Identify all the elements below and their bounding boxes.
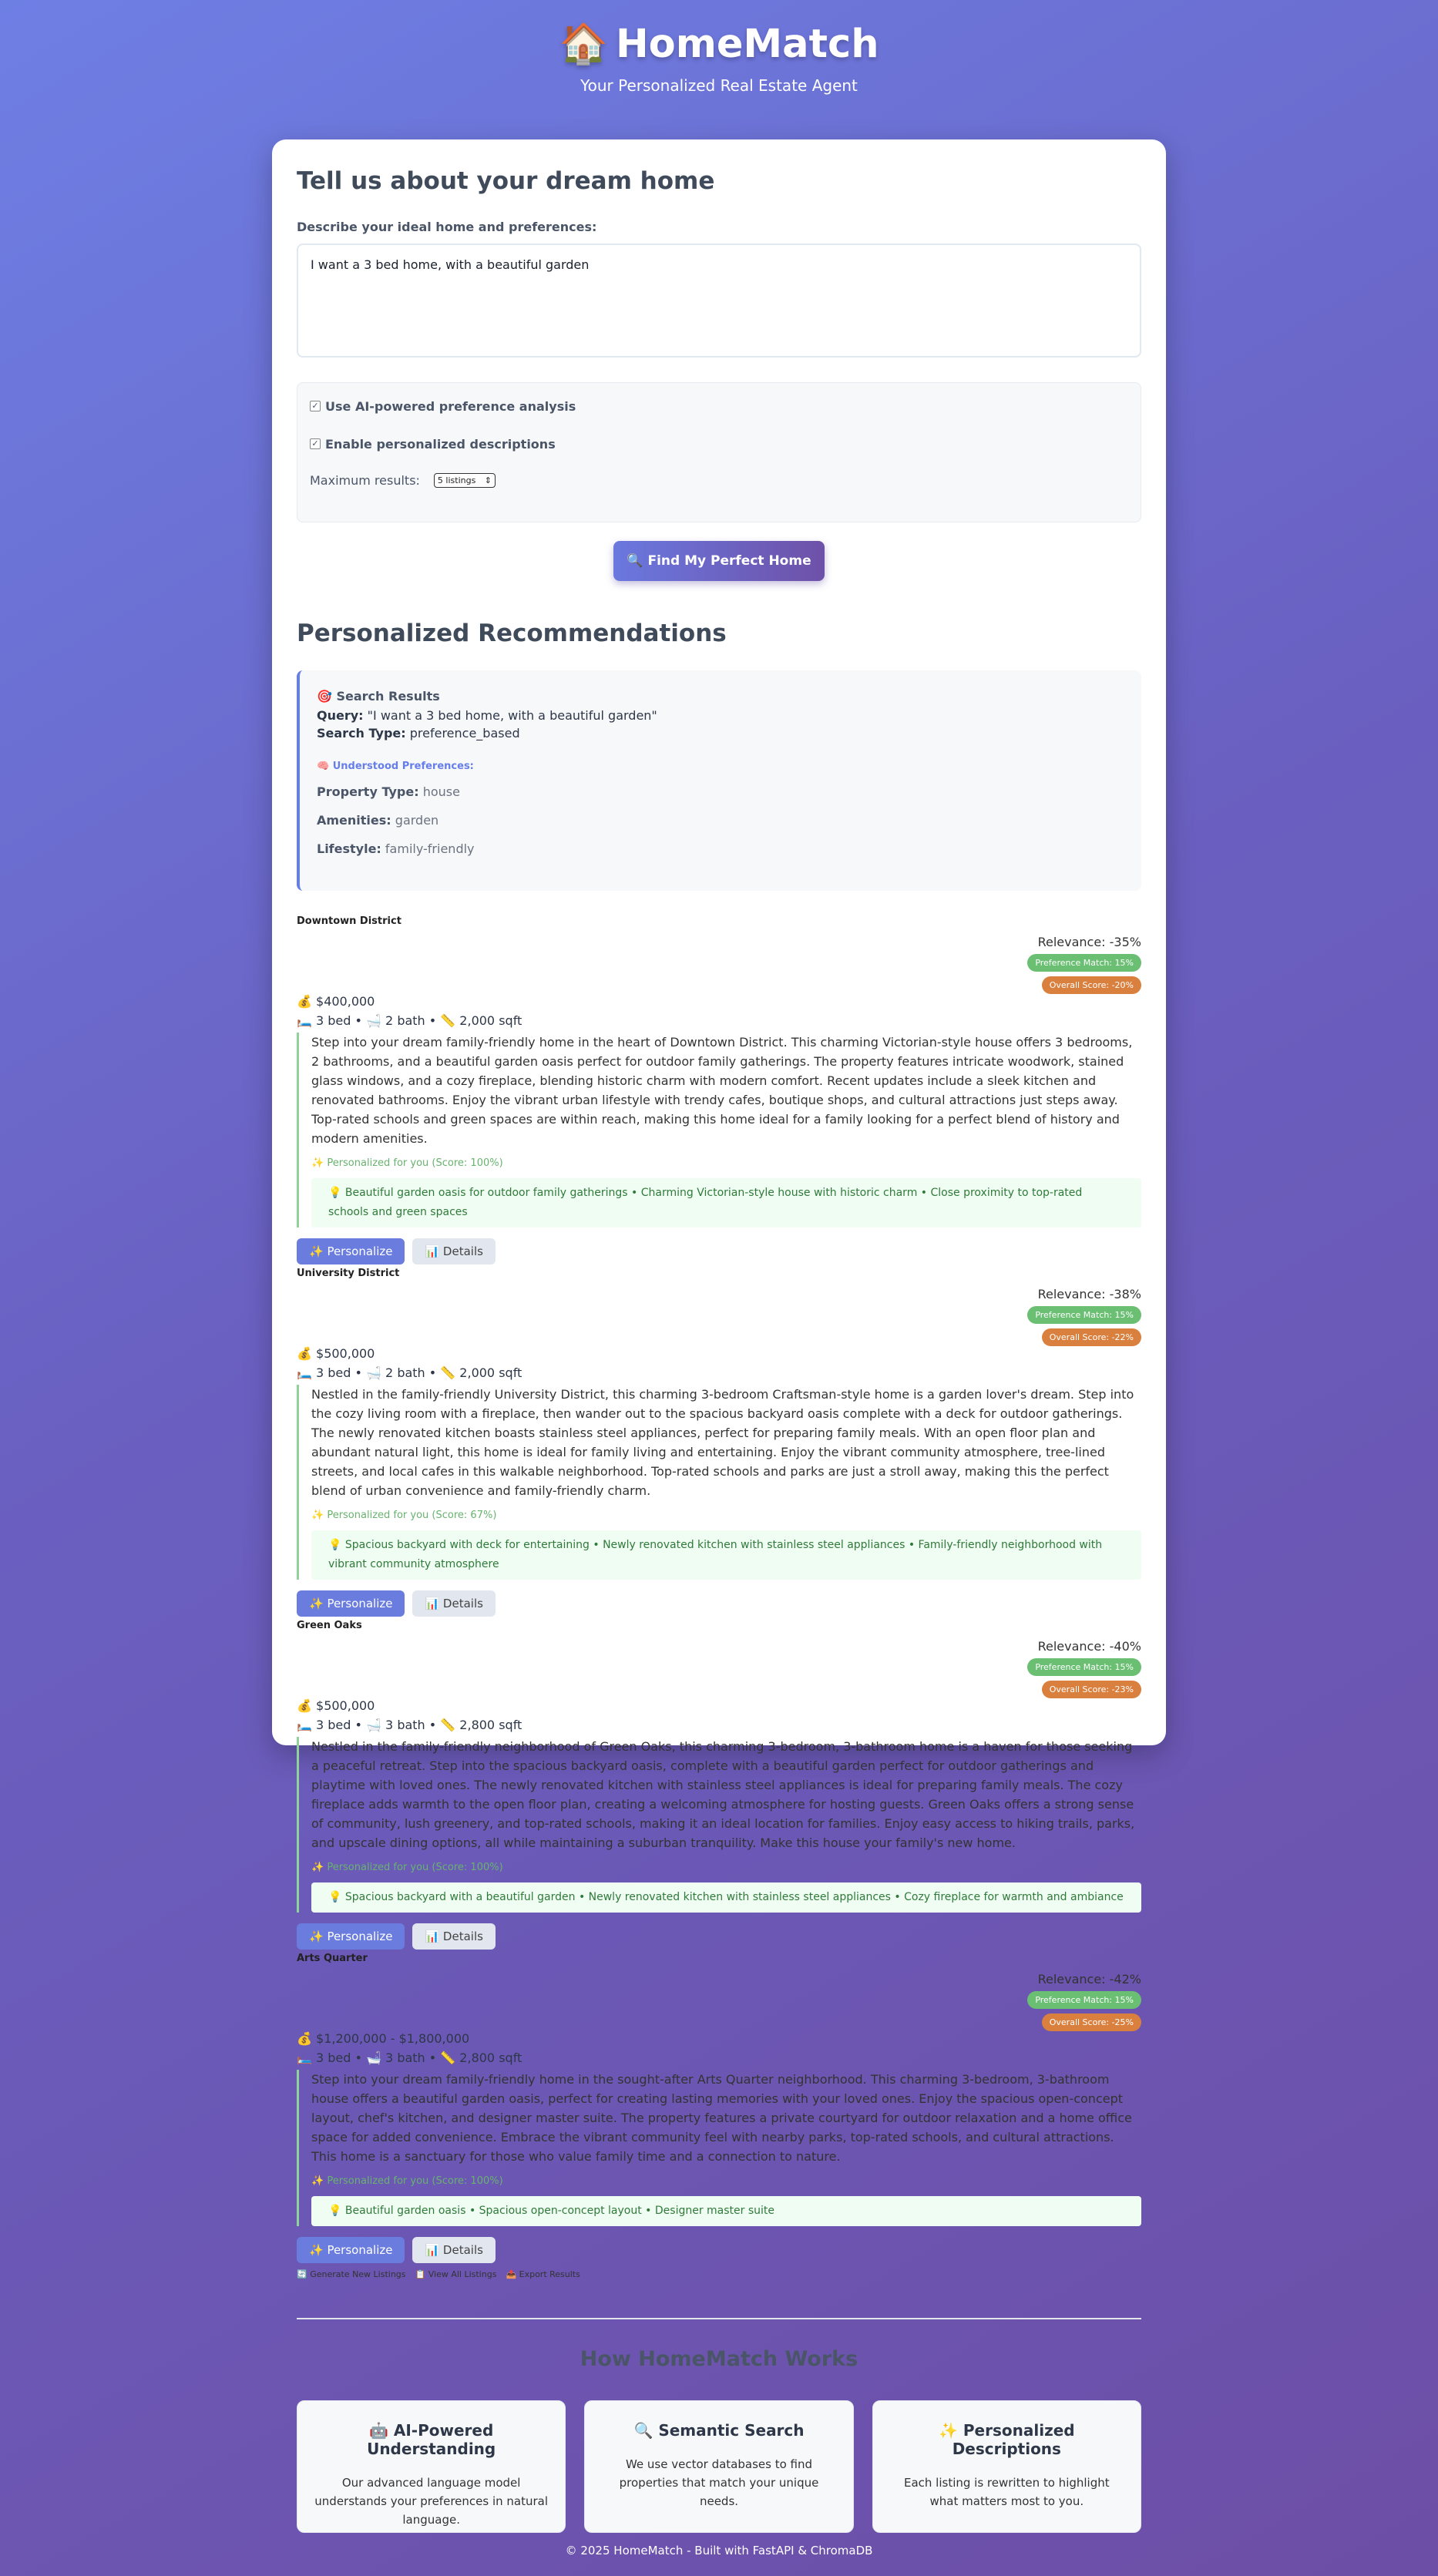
recommendations-heading: Personalized Recommendations (297, 620, 727, 647)
app-name: HomeMatch (615, 22, 879, 67)
divider (297, 2318, 1141, 2319)
feature-list: 🤖 AI-Powered Understanding Our advanced … (297, 2400, 1141, 2533)
search-results-summary: 🎯 Search Results Query: "I want a 3 bed … (297, 670, 1141, 891)
find-home-button[interactable]: 🔍 Find My Perfect Home (613, 541, 825, 581)
overall-score-badge: Overall Score: -20% (1041, 976, 1141, 994)
max-results-row: Maximum results: 5 listings ⇕ (310, 473, 1128, 488)
feature-description: Each listing is rewritten to highlight w… (903, 2476, 1110, 2508)
listing-description: Step into your dream family-friendly hom… (311, 1035, 1133, 1146)
relevance-score: Relevance: -35% (1037, 935, 1141, 949)
feature-title: 🤖 AI-Powered Understanding (367, 2421, 496, 2458)
personalized-note: ✨ Personalized for you (Score: 100%) (311, 1862, 503, 1873)
personalized-note: ✨ Personalized for you (Score: 100%) (311, 2175, 503, 2187)
max-results-label: Maximum results: (310, 473, 420, 488)
view-all-listings-link[interactable]: 📋 View All Listings (415, 2269, 497, 2279)
how-it-works-heading: How HomeMatch Works (580, 2347, 858, 2371)
preference-match-badge: Preference Match: 15% (1027, 1306, 1141, 1324)
personalized-descriptions-label: Enable personalized descriptions (325, 436, 556, 452)
relevance-score: Relevance: -38% (1037, 1287, 1141, 1301)
listing-specs: 🛏️ 3 bed • 🛁 3 bath • 📏 2,800 sqft (297, 1718, 522, 1732)
overall-score-badge: Overall Score: -22% (1041, 1328, 1141, 1346)
app-subtitle: Your Personalized Real Estate Agent (580, 76, 858, 95)
feature-card: 🤖 AI-Powered Understanding Our advanced … (297, 2400, 566, 2533)
personalize-button[interactable]: ✨ Personalize (297, 1238, 405, 1264)
property-type-line: Property Type: house (317, 784, 460, 799)
listing-specs: 🛏️ 3 bed • 🛁 3 bath • 📏 2,800 sqft (297, 2050, 522, 2065)
listing-price: 💰 $400,000 (297, 994, 375, 1009)
ai-analysis-checkbox[interactable]: ✓ (310, 401, 321, 411)
listing-card: Green Oaks Relevance: -40% Preference Ma… (297, 1620, 1141, 1950)
feature-description: We use vector databases to find properti… (619, 2457, 819, 2508)
listing-description: Nestled in the family-friendly Universit… (311, 1387, 1134, 1498)
details-button[interactable]: 📊 Details (412, 1923, 496, 1950)
listing-card: Arts Quarter Relevance: -42% Preference … (297, 1953, 1141, 2263)
personalized-note: ✨ Personalized for you (Score: 67%) (311, 1510, 497, 1521)
personalized-descriptions-checkbox[interactable]: ✓ (310, 438, 321, 449)
relevance-score: Relevance: -42% (1037, 1972, 1141, 1987)
overall-score-badge: Overall Score: -23% (1041, 1681, 1141, 1698)
listing-name: Downtown District (297, 915, 401, 927)
personalized-note: ✨ Personalized for you (Score: 100%) (311, 1157, 503, 1169)
app-title: 🏠 HomeMatch (0, 22, 1438, 67)
listing-highlights: 💡 Beautiful garden oasis for outdoor fam… (311, 1178, 1141, 1228)
listing-specs: 🛏️ 3 bed • 🛁 2 bath • 📏 2,000 sqft (297, 1013, 522, 1028)
listing-highlights: 💡 Spacious backyard with deck for entert… (311, 1530, 1141, 1580)
search-type-line: Search Type: preference_based (317, 726, 520, 741)
app-header: 🏠 HomeMatch Your Personalized Real Estate… (0, 0, 1438, 95)
generate-listings-link[interactable]: 🔄 Generate New Listings (297, 2269, 406, 2279)
listing-name: University District (297, 1268, 400, 1279)
listing-specs: 🛏️ 3 bed • 🛁 2 bath • 📏 2,000 sqft (297, 1365, 522, 1380)
listing-description: Step into your dream family-friendly hom… (311, 2072, 1132, 2164)
ai-analysis-label: Use AI-powered preference analysis (325, 398, 576, 414)
preferences-label: Describe your ideal home and preferences… (297, 220, 597, 234)
listing-card: University District Relevance: -38% Pref… (297, 1268, 1141, 1617)
page-footer: © 2025 HomeMatch - Built with FastAPI & … (565, 2544, 873, 2558)
relevance-score: Relevance: -40% (1037, 1639, 1141, 1654)
personalize-button[interactable]: ✨ Personalize (297, 1923, 405, 1950)
ai-analysis-option[interactable]: ✓ Use AI-powered preference analysis (310, 397, 1128, 415)
listing-price: 💰 $1,200,000 - $1,800,000 (297, 2031, 470, 2046)
amenities-line: Amenities: garden (317, 813, 439, 828)
personalized-descriptions-option[interactable]: ✓ Enable personalized descriptions (310, 435, 1128, 453)
house-icon: 🏠 (559, 22, 608, 67)
preference-match-badge: Preference Match: 15% (1027, 954, 1141, 972)
query-line: Query: "I want a 3 bed home, with a beau… (317, 708, 657, 723)
main-card: Tell us about your dream home Describe y… (272, 139, 1166, 2533)
lifestyle-line: Lifestyle: family-friendly (317, 841, 475, 856)
feature-card: ✨ Personalized Descriptions Each listing… (872, 2400, 1141, 2533)
listing-card: Downtown District Relevance: -35% Prefer… (297, 915, 1141, 1264)
personalize-button[interactable]: ✨ Personalize (297, 2237, 405, 2263)
understood-preferences-title: 🧠 Understood Preferences: (317, 761, 474, 772)
listing-name: Arts Quarter (297, 1953, 368, 1964)
personalize-button[interactable]: ✨ Personalize (297, 1590, 405, 1617)
preference-match-badge: Preference Match: 15% (1027, 1658, 1141, 1676)
listing-price: 💰 $500,000 (297, 1346, 375, 1361)
feature-title: 🔍 Semantic Search (633, 2421, 805, 2440)
feature-card: 🔍 Semantic Search We use vector database… (584, 2400, 854, 2533)
listing-name: Green Oaks (297, 1620, 362, 1631)
listing-price: 💰 $500,000 (297, 1698, 375, 1713)
overall-score-badge: Overall Score: -25% (1041, 2013, 1141, 2031)
listing-description: Nestled in the family-friendly neighborh… (311, 1739, 1135, 1850)
form-heading: Tell us about your dream home (297, 167, 715, 195)
result-actions: 🔄 Generate New Listings 📋 View All Listi… (297, 2269, 1141, 2279)
max-results-select[interactable]: 5 listings ⇕ (433, 473, 496, 488)
preferences-input[interactable]: I want a 3 bed home, with a beautiful ga… (297, 243, 1141, 358)
max-results-value: 5 listings (437, 475, 476, 485)
listing-highlights: 💡 Spacious backyard with a beautiful gar… (311, 1882, 1141, 1913)
details-button[interactable]: 📊 Details (412, 1590, 496, 1617)
feature-description: Our advanced language model understands … (314, 2476, 549, 2527)
select-stepper-icon: ⇕ (484, 475, 492, 485)
options-panel: ✓ Use AI-powered preference analysis ✓ E… (297, 382, 1141, 522)
listing-highlights: 💡 Beautiful garden oasis • Spacious open… (311, 2196, 1141, 2226)
details-button[interactable]: 📊 Details (412, 2237, 496, 2263)
feature-title: ✨ Personalized Descriptions (939, 2421, 1075, 2458)
details-button[interactable]: 📊 Details (412, 1238, 496, 1264)
export-results-link[interactable]: 📤 Export Results (506, 2269, 580, 2279)
preference-match-badge: Preference Match: 15% (1027, 1991, 1141, 2009)
search-results-title: 🎯 Search Results (317, 689, 440, 704)
